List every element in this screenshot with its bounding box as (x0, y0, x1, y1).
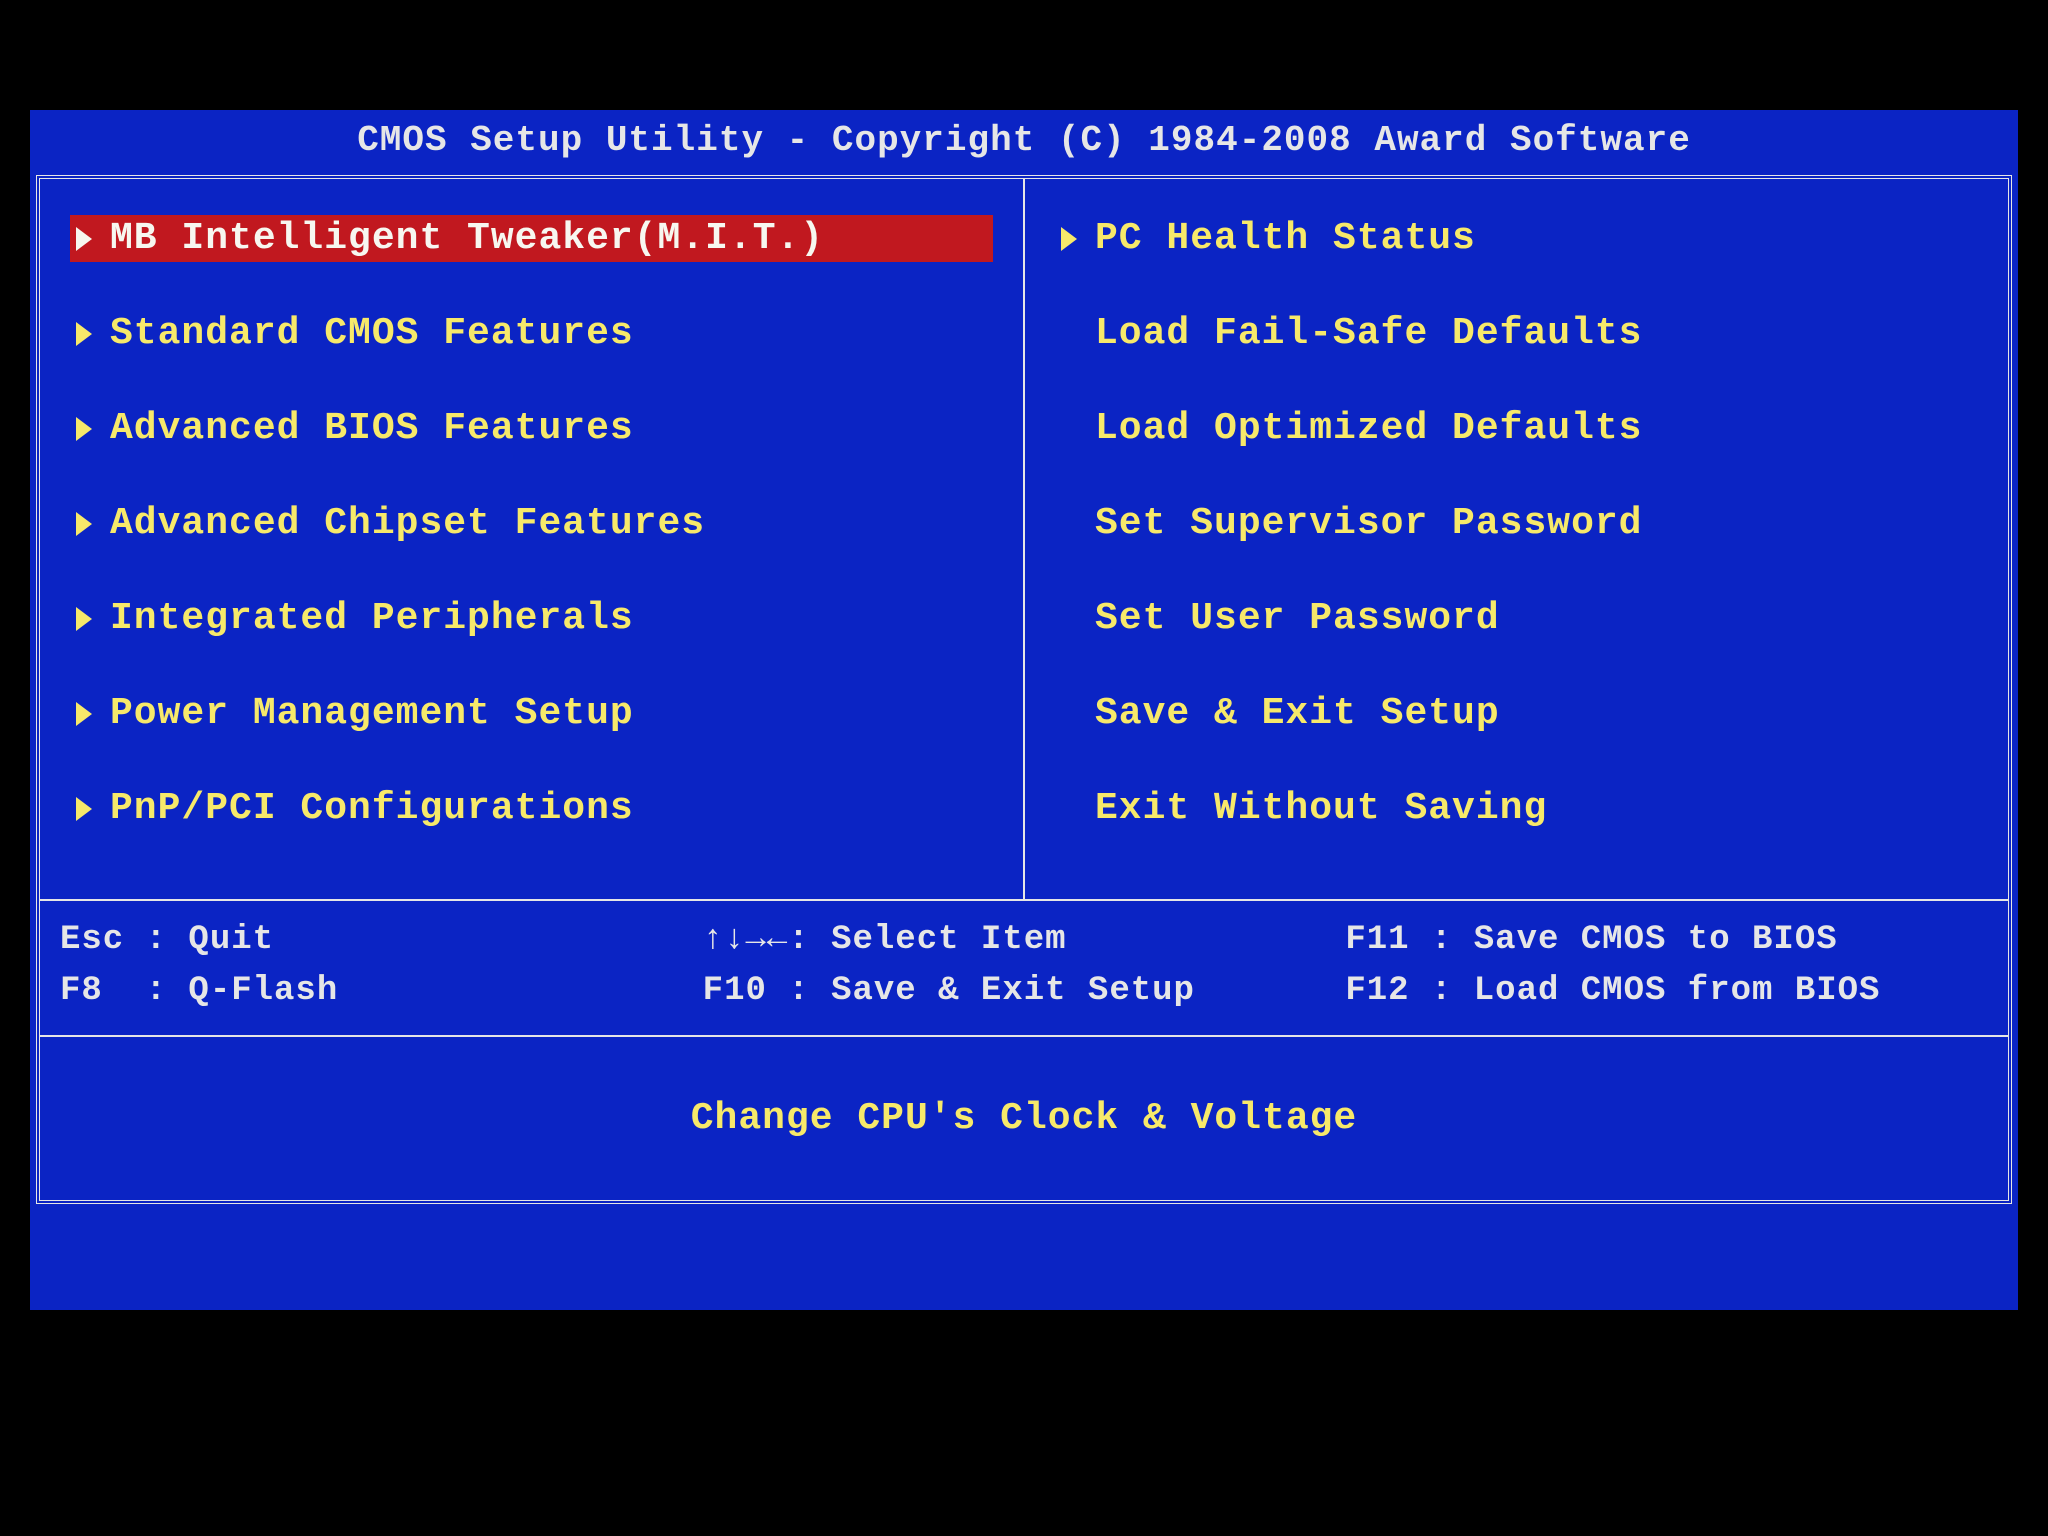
triangle-right-icon (76, 797, 92, 821)
help-bar: Esc : Quit F8 : Q-Flash ↑↓→←: Select Ite… (40, 899, 2008, 1035)
main-frame: MB Intelligent Tweaker(M.I.T.) Standard … (36, 175, 2012, 1204)
triangle-right-icon (1061, 227, 1077, 251)
menu-item-mit[interactable]: MB Intelligent Tweaker(M.I.T.) (70, 215, 993, 262)
menu-item-label: Save & Exit Setup (1095, 692, 1500, 735)
menu-item-load-failsafe[interactable]: Load Fail-Safe Defaults (1055, 310, 1978, 357)
page-title: CMOS Setup Utility - Copyright (C) 1984-… (30, 110, 2018, 175)
triangle-right-icon (76, 417, 92, 441)
triangle-right-icon (76, 512, 92, 536)
menu-item-label: Integrated Peripherals (110, 597, 634, 640)
menu-item-supervisor-password[interactable]: Set Supervisor Password (1055, 500, 1978, 547)
menu-item-label: Set User Password (1095, 597, 1500, 640)
triangle-right-icon (76, 227, 92, 251)
menu-item-save-exit[interactable]: Save & Exit Setup (1055, 690, 1978, 737)
triangle-right-icon (76, 607, 92, 631)
triangle-right-icon (76, 322, 92, 346)
menu-item-user-password[interactable]: Set User Password (1055, 595, 1978, 642)
menu-item-label: Standard CMOS Features (110, 312, 634, 355)
help-col-3: F11 : Save CMOS to BIOS F12 : Load CMOS … (1345, 915, 1988, 1017)
hint-bar: Change CPU's Clock & Voltage (40, 1035, 2008, 1200)
menu-item-pnp-pci[interactable]: PnP/PCI Configurations (70, 785, 993, 832)
menu-item-pc-health[interactable]: PC Health Status (1055, 215, 1978, 262)
menu-item-label: PC Health Status (1095, 217, 1476, 260)
menu-item-power-management[interactable]: Power Management Setup (70, 690, 993, 737)
menu-item-label: Exit Without Saving (1095, 787, 1547, 830)
menu-item-label: Load Fail-Safe Defaults (1095, 312, 1643, 355)
menu-item-advanced-bios[interactable]: Advanced BIOS Features (70, 405, 993, 452)
bios-screen: CMOS Setup Utility - Copyright (C) 1984-… (30, 110, 2018, 1310)
menu-item-label: MB Intelligent Tweaker(M.I.T.) (110, 217, 824, 260)
menu-left-column: MB Intelligent Tweaker(M.I.T.) Standard … (40, 179, 1025, 899)
menu-item-load-optimized[interactable]: Load Optimized Defaults (1055, 405, 1978, 452)
triangle-right-icon (76, 702, 92, 726)
menu-item-exit-without-saving[interactable]: Exit Without Saving (1055, 785, 1978, 832)
menu-right-column: PC Health Status Load Fail-Safe Defaults… (1025, 179, 2008, 899)
menu-item-label: Advanced BIOS Features (110, 407, 634, 450)
menu-item-advanced-chipset[interactable]: Advanced Chipset Features (70, 500, 993, 547)
menu-area: MB Intelligent Tweaker(M.I.T.) Standard … (40, 179, 2008, 899)
menu-item-label: Set Supervisor Password (1095, 502, 1643, 545)
menu-item-label: PnP/PCI Configurations (110, 787, 634, 830)
help-col-2: ↑↓→←: Select Item F10 : Save & Exit Setu… (703, 915, 1346, 1017)
help-col-1: Esc : Quit F8 : Q-Flash (60, 915, 703, 1017)
menu-item-label: Advanced Chipset Features (110, 502, 705, 545)
menu-item-label: Load Optimized Defaults (1095, 407, 1643, 450)
menu-item-standard-cmos[interactable]: Standard CMOS Features (70, 310, 993, 357)
menu-item-integrated-peripherals[interactable]: Integrated Peripherals (70, 595, 993, 642)
menu-item-label: Power Management Setup (110, 692, 634, 735)
